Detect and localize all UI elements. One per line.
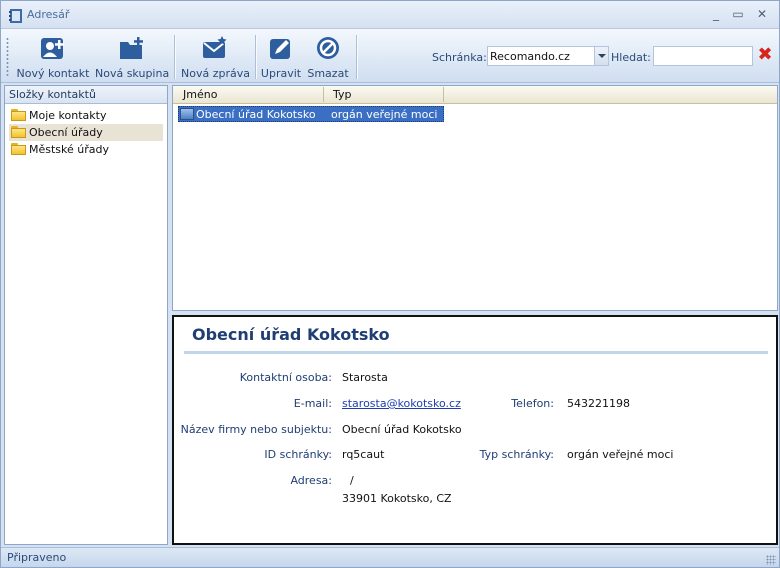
- contact-list: Jméno Typ Obecní úřad Kokotsko orgán veř…: [172, 85, 778, 311]
- folder-item[interactable]: Městské úřady: [9, 141, 163, 158]
- close-button[interactable]: ✕: [753, 6, 771, 22]
- resize-grip-icon[interactable]: [766, 555, 776, 565]
- email-label: E-mail:: [293, 397, 332, 410]
- new-group-button[interactable]: Nová skupina: [95, 33, 169, 81]
- new-group-icon: [120, 37, 143, 59]
- toolbar-separator: [356, 35, 357, 79]
- list-header: Jméno Typ: [173, 86, 777, 104]
- toolbar-grip[interactable]: [6, 37, 9, 77]
- box-id-label: ID schránky:: [264, 448, 332, 461]
- chevron-down-icon[interactable]: [594, 47, 608, 65]
- phone-label: Telefon:: [511, 397, 554, 410]
- search-label: Hledat:: [611, 51, 651, 64]
- folder-icon: [11, 109, 26, 121]
- address-line1: /: [350, 474, 354, 487]
- contact-detail-panel: Obecní úřad Kokotsko Kontaktní osoba: St…: [172, 315, 778, 545]
- mailbox-label: Schránka:: [432, 51, 487, 64]
- folder-item[interactable]: Moje kontakty: [9, 107, 163, 124]
- edit-label: Upravit: [260, 67, 302, 80]
- new-contact-icon: [41, 38, 64, 59]
- column-divider[interactable]: [443, 87, 444, 102]
- address-line2: 33901 Kokotsko, CZ: [342, 492, 452, 505]
- table-row[interactable]: Obecní úřad Kokotsko orgán veřejné moci: [178, 106, 444, 122]
- contact-person-label: Kontaktní osoba:: [239, 371, 332, 384]
- status-bar: Připraveno: [1, 547, 779, 567]
- minimize-button[interactable]: _: [707, 6, 725, 22]
- folder-tree: Moje kontakty Obecní úřady Městské úřady: [9, 107, 163, 158]
- contact-folders-pane: Složky kontaktů Moje kontakty Obecní úřa…: [4, 85, 168, 545]
- mailbox-value: Recomando.cz: [490, 50, 570, 63]
- contact-person-value: Starosta: [342, 371, 388, 384]
- address-book-icon: [9, 9, 22, 23]
- folder-icon: [11, 143, 26, 155]
- delete-icon: [317, 37, 339, 59]
- folder-icon: [11, 126, 26, 138]
- detail-divider: [184, 351, 768, 354]
- clear-search-icon[interactable]: ✖: [756, 45, 774, 65]
- toolbar-separator: [255, 35, 256, 79]
- edit-button[interactable]: Upravit: [259, 33, 303, 81]
- phone-value: 543221198: [567, 397, 630, 410]
- company-value: Obecní úřad Kokotsko: [342, 423, 462, 436]
- title-bar: Adresář _ ▭ ✕: [1, 1, 779, 29]
- search-input[interactable]: [653, 46, 753, 66]
- status-text: Připraveno: [7, 551, 67, 564]
- delete-button[interactable]: Smazat: [306, 33, 350, 81]
- folder-label: Moje kontakty: [29, 109, 107, 122]
- box-id-value: rq5caut: [342, 448, 385, 461]
- new-message-icon: [203, 36, 227, 58]
- address-label: Adresa:: [290, 474, 332, 487]
- row-name: Obecní úřad Kokotsko: [196, 108, 316, 121]
- column-header-name[interactable]: Jméno: [183, 88, 217, 101]
- box-type-label: Typ schránky:: [479, 448, 554, 461]
- address-book-window: Adresář _ ▭ ✕ Nový kontakt Nová skupina: [0, 0, 780, 568]
- company-label: Název firmy nebo subjektu:: [180, 423, 332, 436]
- folder-item[interactable]: Obecní úřady: [9, 124, 163, 141]
- mailbox-select[interactable]: Recomando.cz: [487, 46, 609, 66]
- detail-title: Obecní úřad Kokotsko: [192, 325, 390, 344]
- column-divider[interactable]: [323, 87, 324, 102]
- email-link[interactable]: starosta@kokotsko.cz: [342, 397, 461, 410]
- box-type-value: orgán veřejné moci: [567, 448, 674, 461]
- new-message-button[interactable]: Nová zpráva: [181, 33, 250, 81]
- delete-label: Smazat: [307, 67, 349, 80]
- folders-header: Složky kontaktů: [5, 86, 167, 104]
- column-header-type[interactable]: Typ: [333, 88, 352, 101]
- new-contact-button[interactable]: Nový kontakt: [15, 33, 91, 81]
- toolbar-separator: [174, 35, 175, 79]
- row-type: orgán veřejné moci: [331, 108, 438, 121]
- window-title: Adresář: [27, 8, 70, 21]
- folder-label: Městské úřady: [29, 143, 110, 156]
- new-group-label: Nová skupina: [95, 67, 170, 80]
- new-message-label: Nová zpráva: [181, 67, 250, 80]
- folder-label: Obecní úřady: [29, 126, 103, 139]
- maximize-button[interactable]: ▭: [729, 6, 747, 22]
- new-contact-label: Nový kontakt: [16, 67, 90, 80]
- edit-icon: [270, 39, 290, 59]
- toolbar: Nový kontakt Nová skupina Nová zpráva Up…: [1, 29, 779, 83]
- contact-card-icon: [180, 108, 194, 120]
